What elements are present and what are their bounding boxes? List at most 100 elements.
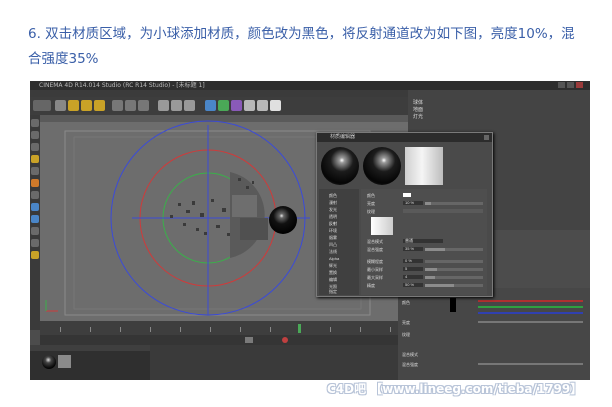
channel-item-active[interactable]: 反射: [329, 221, 337, 226]
attr-green-slider[interactable]: [478, 306, 583, 308]
dialog-close-button[interactable]: [484, 135, 489, 140]
dialog-title: 材质编辑器: [330, 134, 356, 140]
material-preview-large[interactable]: [321, 147, 359, 185]
channel-item[interactable]: 指定: [329, 289, 337, 294]
palette-tool-6-icon[interactable]: [31, 179, 39, 187]
scene-icon[interactable]: [244, 100, 255, 111]
playhead[interactable]: [298, 324, 301, 333]
channel-item[interactable]: 凹凸: [329, 242, 337, 247]
palette-tool-4-icon[interactable]: [31, 155, 39, 163]
camera-icon[interactable]: [257, 100, 268, 111]
light-icon[interactable]: [270, 100, 281, 111]
setting-label: 纹理: [367, 209, 375, 214]
close-button[interactable]: [576, 82, 583, 88]
max-samples-field[interactable]: 4: [403, 274, 423, 279]
attr-color-swatch[interactable]: [450, 298, 456, 312]
blur-value: 0 %: [405, 258, 412, 263]
channel-item[interactable]: 发光: [329, 207, 337, 212]
caption-line-1: 6. 双击材质区域，为小球添加材质，颜色改为黑色，将反射通道改为如下图，亮度10…: [28, 26, 575, 42]
axis-x-icon[interactable]: [112, 100, 123, 111]
axis-y-icon[interactable]: [125, 100, 136, 111]
channel-item[interactable]: 透明: [329, 214, 337, 219]
brightness-value: 10 %: [405, 200, 415, 205]
floor-checker-dark: [232, 195, 257, 217]
play-button[interactable]: [245, 337, 253, 343]
timeline-tick: [60, 327, 61, 332]
attr-red-slider[interactable]: [478, 300, 583, 302]
minimize-button[interactable]: [558, 82, 565, 88]
timeline-tick: [360, 327, 361, 332]
main-toolbar: [30, 97, 408, 115]
channel-item[interactable]: 烟雾: [329, 235, 337, 240]
min-samples-value: 5: [405, 266, 408, 271]
palette-tool-11-icon[interactable]: [31, 239, 39, 247]
palette-tool-7-icon[interactable]: [31, 191, 39, 199]
min-samples-field[interactable]: 5: [403, 266, 423, 271]
axis-z-icon[interactable]: [138, 100, 149, 111]
channel-item[interactable]: 法线: [329, 249, 337, 254]
brightness-field[interactable]: 10 %: [403, 200, 423, 205]
setting-label: 最大采样: [367, 275, 383, 280]
max-samples-slider[interactable]: [425, 276, 483, 279]
nurbs-icon[interactable]: [218, 100, 229, 111]
texture-thumbnail[interactable]: [58, 355, 71, 368]
palette-tool-12-icon[interactable]: [31, 251, 39, 259]
move-tool-icon[interactable]: [68, 100, 79, 111]
timeline-tick: [270, 327, 271, 332]
mix-strength-field[interactable]: 35 %: [403, 246, 423, 251]
scale-tool-icon[interactable]: [81, 100, 92, 111]
select-tool-icon[interactable]: [55, 100, 66, 111]
reflection-gradient-preview: [405, 147, 443, 185]
record-button[interactable]: [282, 337, 288, 343]
render-settings-icon[interactable]: [184, 100, 195, 111]
min-samples-slider[interactable]: [425, 268, 483, 271]
palette-tool-2-icon[interactable]: [31, 131, 39, 139]
object-row[interactable]: 地面: [413, 107, 423, 113]
brightness-slider[interactable]: [425, 202, 483, 205]
deformer-icon[interactable]: [231, 100, 242, 111]
reflection-color-swatch[interactable]: [403, 193, 411, 197]
channel-item[interactable]: 环境: [329, 228, 337, 233]
channel-item[interactable]: 漫射: [329, 200, 337, 205]
maximize-button[interactable]: [567, 82, 574, 88]
palette-tool-10-icon[interactable]: [31, 227, 39, 235]
object-row[interactable]: 灯光: [413, 114, 423, 120]
channel-list: 颜色 漫射 发光 透明 反射 环境 烟雾 凹凸 法线 Alpha 辉光 置换 编…: [319, 189, 359, 295]
timeline-tick: [240, 327, 241, 332]
attr-mix-slider[interactable]: [478, 363, 583, 365]
mix-strength-slider[interactable]: [425, 248, 483, 251]
attr-row: 亮度: [402, 320, 410, 325]
attr-row: 颜色: [402, 300, 410, 305]
channel-item[interactable]: 置换: [329, 270, 337, 275]
blur-slider[interactable]: [425, 260, 483, 263]
playback-controls: [40, 335, 408, 345]
channel-item[interactable]: 颜色: [329, 193, 337, 198]
material-thumbnail[interactable]: [42, 355, 56, 369]
mix-strength-value: 35 %: [405, 246, 415, 251]
render-view-icon[interactable]: [158, 100, 169, 111]
setting-label: 最小采样: [367, 267, 383, 272]
cube-icon[interactable]: [205, 100, 216, 111]
palette-tool-9-icon[interactable]: [31, 215, 39, 223]
channel-item[interactable]: Alpha: [329, 256, 339, 261]
object-row[interactable]: 球体: [413, 100, 423, 106]
blend-mode-select[interactable]: 普通: [403, 238, 443, 243]
attr-brightness-slider[interactable]: [478, 321, 583, 323]
render-picture-icon[interactable]: [171, 100, 182, 111]
accuracy-field[interactable]: 50 %: [403, 282, 423, 287]
palette-tool-8-icon[interactable]: [31, 203, 39, 211]
texture-field[interactable]: [403, 209, 483, 213]
timeline-tick: [330, 327, 331, 332]
article-caption: 6. 双击材质区域，为小球添加材质，颜色改为黑色，将反射通道改为如下图，亮度10…: [28, 22, 603, 72]
palette-tool-3-icon[interactable]: [31, 143, 39, 151]
channel-item[interactable]: 编辑: [329, 277, 337, 282]
accuracy-slider[interactable]: [425, 284, 483, 287]
blur-field[interactable]: 0 %: [403, 258, 423, 263]
palette-tool-5-icon[interactable]: [31, 167, 39, 175]
timeline-ruler[interactable]: [40, 321, 408, 335]
channel-item[interactable]: 辉光: [329, 263, 337, 268]
rotate-tool-icon[interactable]: [94, 100, 105, 111]
undo-tool-icon[interactable]: [33, 100, 51, 111]
palette-tool-1-icon[interactable]: [31, 119, 39, 127]
attr-blue-slider[interactable]: [478, 312, 583, 314]
